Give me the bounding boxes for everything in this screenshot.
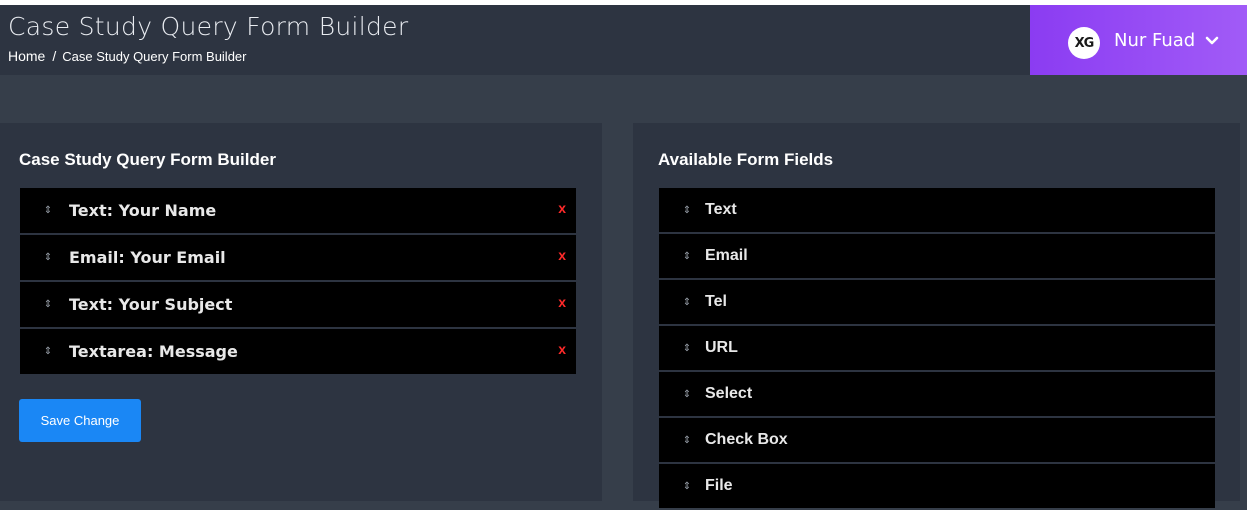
available-field-list: ⇕ Text ⇕ Email ⇕ Tel ⇕ URL ⇕ Select ⇕ Ch…: [659, 188, 1215, 510]
drag-handle-icon[interactable]: ⇕: [681, 188, 693, 232]
builder-field-label: Text: Your Name: [69, 201, 217, 220]
builder-field-row[interactable]: ⇕ Email: Your Email x: [20, 235, 576, 280]
available-field-row[interactable]: ⇕ Select: [659, 372, 1215, 416]
drag-handle-icon[interactable]: ⇕: [681, 418, 693, 462]
breadcrumb-current: Case Study Query Form Builder: [62, 49, 247, 64]
available-field-row[interactable]: ⇕ URL: [659, 326, 1215, 370]
available-field-label: Check Box: [705, 431, 788, 448]
builder-field-label: Email: Your Email: [69, 248, 226, 267]
builder-field-row[interactable]: ⇕ Text: Your Name x: [20, 188, 576, 233]
available-field-label: URL: [705, 339, 738, 356]
drag-handle-icon[interactable]: ⇕: [681, 464, 693, 508]
available-panel-title: Available Form Fields: [658, 150, 834, 169]
user-menu[interactable]: XG Nur Fuad: [1030, 5, 1247, 75]
available-field-label: Email: [705, 247, 748, 264]
available-field-row[interactable]: ⇕ Text: [659, 188, 1215, 232]
avatar: XG: [1068, 27, 1100, 59]
drag-handle-icon[interactable]: ⇕: [42, 235, 54, 279]
available-field-row[interactable]: ⇕ Email: [659, 234, 1215, 278]
builder-panel-title: Case Study Query Form Builder: [19, 150, 276, 169]
drag-handle-icon[interactable]: ⇕: [42, 282, 54, 326]
available-field-label: Tel: [705, 293, 727, 310]
available-field-row[interactable]: ⇕ Check Box: [659, 418, 1215, 462]
drag-handle-icon[interactable]: ⇕: [681, 326, 693, 370]
save-change-button[interactable]: Save Change: [19, 399, 141, 442]
remove-field-icon[interactable]: x: [558, 200, 566, 216]
page-header: Case Study Query Form Builder Home / Case …: [0, 5, 1247, 75]
drag-handle-icon[interactable]: ⇕: [681, 372, 693, 416]
drag-handle-icon[interactable]: ⇕: [681, 280, 693, 324]
builder-field-label: Textarea: Message: [69, 342, 238, 361]
remove-field-icon[interactable]: x: [558, 294, 566, 310]
available-field-row[interactable]: ⇕ Tel: [659, 280, 1215, 324]
available-field-label: Text: [705, 201, 737, 218]
remove-field-icon[interactable]: x: [558, 247, 566, 263]
available-field-label: File: [705, 477, 733, 494]
builder-field-label: Text: Your Subject: [69, 295, 233, 314]
page-title: Case Study Query Form Builder: [8, 12, 409, 41]
builder-field-list: ⇕ Text: Your Name x ⇕ Email: Your Email …: [20, 188, 576, 376]
builder-field-row[interactable]: ⇕ Textarea: Message x: [20, 329, 576, 374]
user-name: Nur Fuad: [1114, 30, 1196, 51]
available-field-row[interactable]: ⇕ File: [659, 464, 1215, 508]
available-fields-panel: Available Form Fields ⇕ Text ⇕ Email ⇕ T…: [633, 123, 1240, 508]
drag-handle-icon[interactable]: ⇕: [42, 329, 54, 373]
drag-handle-icon[interactable]: ⇕: [42, 188, 54, 232]
available-field-label: Select: [705, 385, 753, 402]
remove-field-icon[interactable]: x: [558, 341, 566, 357]
breadcrumb-separator: /: [52, 48, 57, 64]
breadcrumb: Home / Case Study Query Form Builder: [8, 48, 246, 64]
chevron-down-icon: [1205, 36, 1219, 45]
drag-handle-icon[interactable]: ⇕: [681, 234, 693, 278]
breadcrumb-home[interactable]: Home: [8, 48, 45, 64]
builder-field-row[interactable]: ⇕ Text: Your Subject x: [20, 282, 576, 327]
form-builder-panel: Case Study Query Form Builder ⇕ Text: Yo…: [0, 123, 602, 501]
